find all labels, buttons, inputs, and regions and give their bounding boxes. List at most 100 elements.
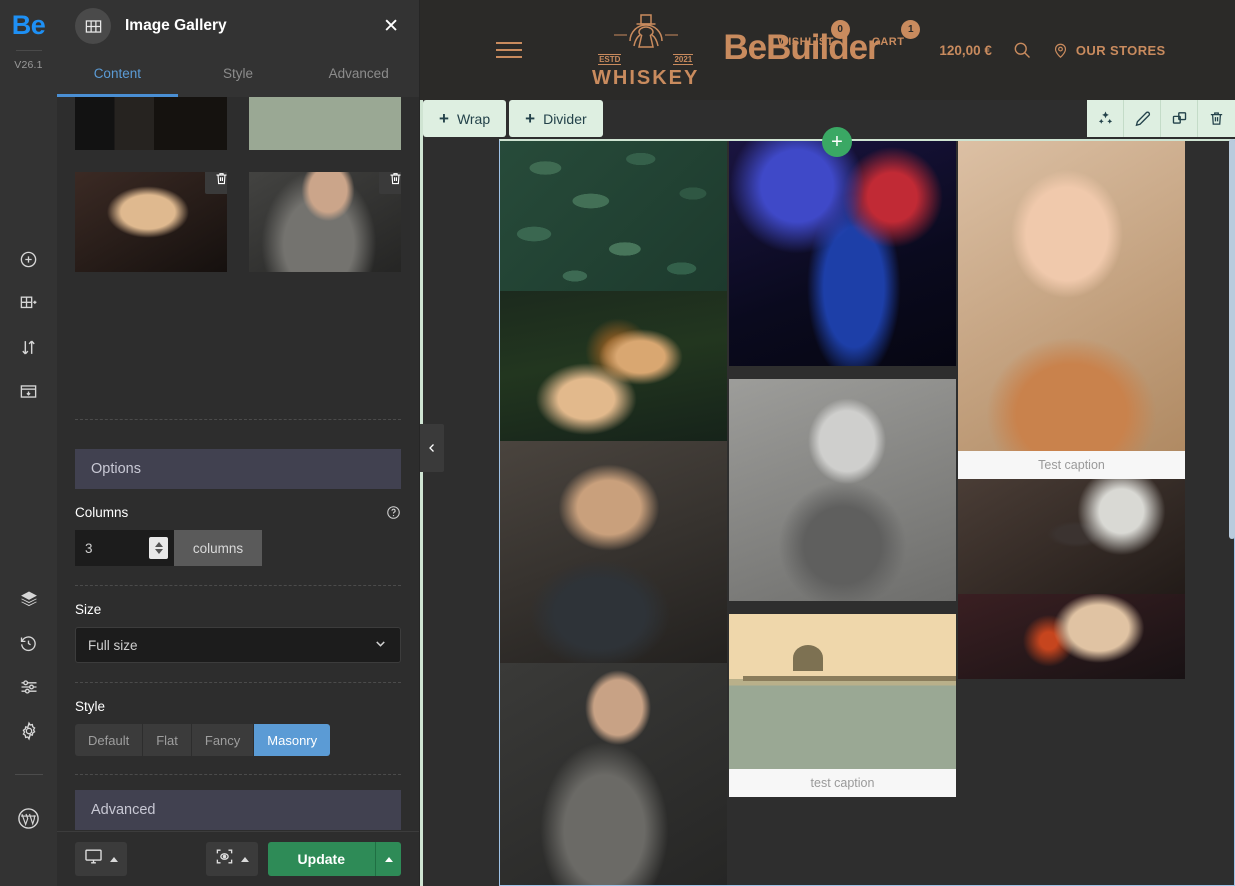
wishlist-label: WISHLIST — [777, 36, 834, 48]
duplicate-icon[interactable] — [1161, 100, 1198, 137]
panel-body: Options Columns 3 columns Size Full size… — [57, 97, 419, 831]
bebuilder-editor-window: Be V26.1 Image Gallery ✕ Content Style A… — [0, 0, 1235, 886]
thumb-hand-cigar[interactable] — [75, 172, 227, 272]
device-preview-button[interactable] — [75, 842, 127, 876]
left-rail: Be V26.1 — [0, 0, 57, 886]
rail-top-icons — [16, 246, 42, 404]
columns-stepper[interactable]: 3 columns — [75, 530, 262, 566]
plus-icon: + — [439, 109, 449, 128]
panel-tabs: Content Style Advanced — [57, 52, 419, 97]
wordpress-icon[interactable] — [16, 805, 42, 831]
thumb-bottles[interactable] — [75, 97, 227, 150]
update-options-icon[interactable] — [375, 842, 401, 876]
header-overlap-zone: BeBuilder WISHLIST 0 CART 1 — [723, 20, 923, 80]
map-pin-icon — [1052, 42, 1069, 59]
style-segmented-control: Default Flat Fancy Masonry — [75, 724, 331, 756]
style-option-masonry[interactable]: Masonry — [254, 724, 331, 756]
bebuilder-overlay-text: BeBuilder — [723, 28, 880, 67]
sliders-icon[interactable] — [16, 674, 42, 700]
site-logo[interactable]: ESTD 2021 WHISKEY — [592, 11, 699, 90]
thumb-pier-image — [249, 97, 401, 150]
chevron-down-icon — [373, 636, 388, 654]
style-option-flat[interactable]: Flat — [143, 724, 192, 756]
trash-icon[interactable] — [379, 172, 401, 194]
tab-advanced[interactable]: Advanced — [298, 52, 419, 97]
section-header-options: Options — [75, 449, 401, 489]
selected-element-outline — [499, 139, 1235, 886]
page-canvas: ESTD 2021 WHISKEY BeBuilder WISHLIST 0 C… — [420, 0, 1235, 886]
add-divider-label: Divider — [543, 110, 587, 127]
wishlist-badge: 0 — [830, 20, 850, 39]
caret-up-icon[interactable] — [110, 856, 118, 862]
add-template-icon[interactable] — [16, 378, 42, 404]
columns-unit: columns — [174, 530, 262, 566]
search-icon[interactable] — [1012, 40, 1032, 60]
gear-icon[interactable] — [16, 718, 42, 744]
tab-content[interactable]: Content — [57, 52, 178, 97]
rail-divider — [15, 50, 42, 51]
version-label: V26.1 — [14, 59, 43, 71]
cart-badge: 1 — [901, 20, 921, 39]
element-tools — [1087, 100, 1235, 137]
estd-left-label: ESTD — [598, 53, 622, 65]
cart-total-price: 120,00 € — [939, 42, 992, 58]
thumb-pier[interactable] — [249, 97, 401, 150]
divider — [75, 774, 401, 775]
spinner-up-icon[interactable] — [154, 542, 163, 547]
style-option-fancy[interactable]: Fancy — [191, 724, 255, 756]
add-section-icon[interactable] — [16, 290, 42, 316]
grid-icon — [75, 8, 111, 44]
edit-pencil-icon[interactable] — [1124, 100, 1161, 137]
move-icon[interactable] — [1087, 100, 1124, 137]
tab-style[interactable]: Style — [178, 52, 299, 97]
spinner-down-icon[interactable] — [154, 549, 163, 554]
divider — [75, 419, 401, 420]
add-divider-button[interactable]: + Divider — [509, 100, 603, 137]
element-settings-panel: Image Gallery ✕ Content Style Advanced O… — [57, 0, 420, 886]
panel-footer: Update — [57, 831, 419, 886]
plus-icon: + — [525, 109, 536, 128]
add-element-icon[interactable] — [16, 246, 42, 272]
layers-icon[interactable] — [16, 586, 42, 612]
collapse-panel-handle[interactable] — [420, 424, 444, 472]
size-select[interactable]: Full size — [75, 627, 401, 663]
caret-up-icon — [384, 856, 393, 862]
our-stores-link[interactable]: OUR STORES — [1052, 42, 1166, 59]
rail-bottom-icons — [14, 586, 43, 831]
size-value: Full size — [88, 637, 138, 653]
canvas-scrollbar[interactable] — [1229, 139, 1235, 539]
columns-input[interactable]: 3 — [75, 530, 174, 566]
style-option-default[interactable]: Default — [75, 724, 144, 756]
close-icon[interactable]: ✕ — [379, 13, 403, 40]
estd-right-label: 2021 — [673, 53, 694, 65]
field-style: Style Default Flat Fancy Masonry — [57, 683, 419, 756]
section-left-edge — [420, 100, 423, 886]
columns-spinner[interactable] — [149, 537, 168, 559]
cart-link[interactable]: CART 1 — [872, 20, 921, 48]
panel-header: Image Gallery ✕ — [57, 0, 419, 52]
gallery-images-list — [57, 97, 419, 297]
help-circle-icon[interactable] — [386, 505, 401, 520]
section-header-advanced: Advanced — [75, 790, 401, 830]
size-label: Size — [75, 602, 102, 617]
be-logo[interactable]: Be — [12, 12, 46, 39]
trash-icon[interactable] — [1198, 100, 1235, 137]
wishlist-link[interactable]: WISHLIST 0 — [777, 20, 850, 48]
hamburger-menu-icon[interactable] — [496, 42, 522, 58]
add-wrap-label: Wrap — [456, 110, 491, 127]
add-wrap-button[interactable]: + Wrap — [423, 100, 507, 137]
columns-value: 3 — [85, 540, 93, 556]
trash-icon[interactable] — [205, 172, 227, 194]
our-stores-label: OUR STORES — [1075, 42, 1166, 58]
preview-button[interactable] — [205, 842, 258, 876]
add-element-button[interactable]: + — [822, 127, 852, 157]
thumb-suit-model[interactable] — [249, 172, 401, 272]
desktop-icon — [84, 847, 103, 871]
update-button-label[interactable]: Update — [267, 842, 375, 876]
update-button[interactable]: Update — [267, 842, 401, 876]
brand-word-label: WHISKEY — [592, 66, 700, 89]
caret-up-icon[interactable] — [240, 856, 249, 862]
reorder-icon[interactable] — [16, 334, 42, 360]
field-size: Size Full size — [57, 586, 419, 663]
history-icon[interactable] — [16, 630, 42, 656]
